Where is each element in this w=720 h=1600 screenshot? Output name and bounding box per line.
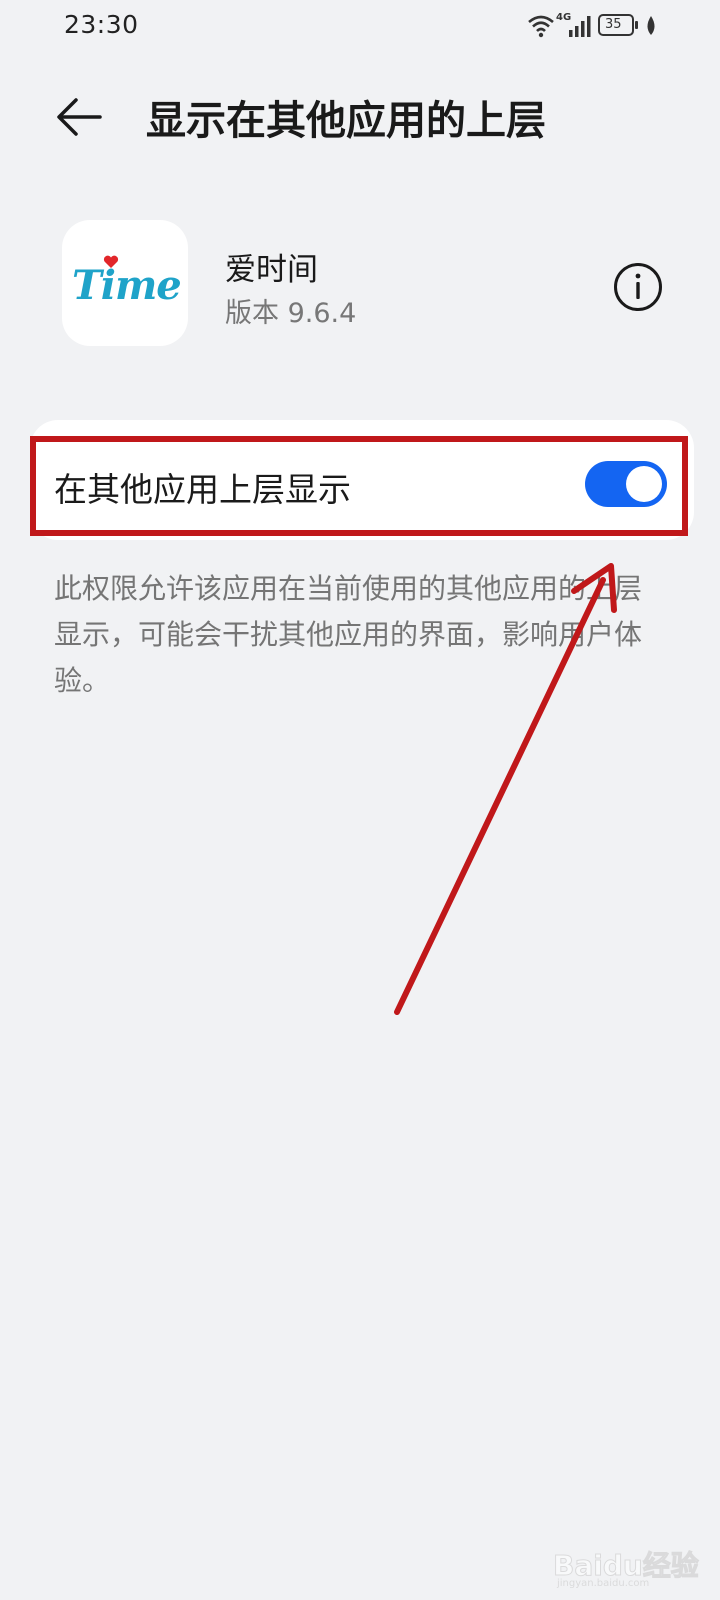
info-button[interactable] [612, 261, 664, 313]
screen: 23:30 4G 35 显示在其他应用的上层 Time 爱时间 版本 9.6.4… [0, 0, 720, 1600]
app-version: 版本 9.6.4 [225, 298, 357, 329]
watermark-sub: jingyan.baidu.com [557, 1578, 650, 1589]
toggle-knob [626, 466, 662, 502]
permission-description: 此权限允许该应用在当前使用的其他应用的上层显示，可能会干扰其他应用的界面，影响用… [54, 572, 643, 697]
battery-tip [635, 21, 638, 29]
back-arrow-icon [57, 98, 102, 136]
status-icons: 4G 35 [528, 12, 664, 42]
signal-icon [569, 16, 591, 37]
status-time: 23:30 [64, 10, 139, 39]
info-icon [614, 263, 662, 311]
wifi-icon [528, 15, 554, 38]
leaf-icon [647, 16, 655, 35]
page-title: 显示在其他应用的上层 [146, 98, 546, 144]
app-icon: Time [62, 220, 188, 346]
app-icon-text: Time [72, 262, 182, 309]
battery-icon: 35 [598, 14, 634, 36]
watermark: Baidu经验 jingyan.baidu.com [553, 1530, 703, 1590]
battery-level: 35 [605, 17, 622, 32]
status-bar: 23:30 4G 35 [0, 0, 720, 56]
overlay-permission-label: 在其他应用上层显示 [54, 470, 351, 509]
back-button[interactable] [50, 86, 114, 150]
app-name: 爱时间 [225, 252, 318, 288]
overlay-permission-toggle[interactable] [585, 461, 667, 507]
